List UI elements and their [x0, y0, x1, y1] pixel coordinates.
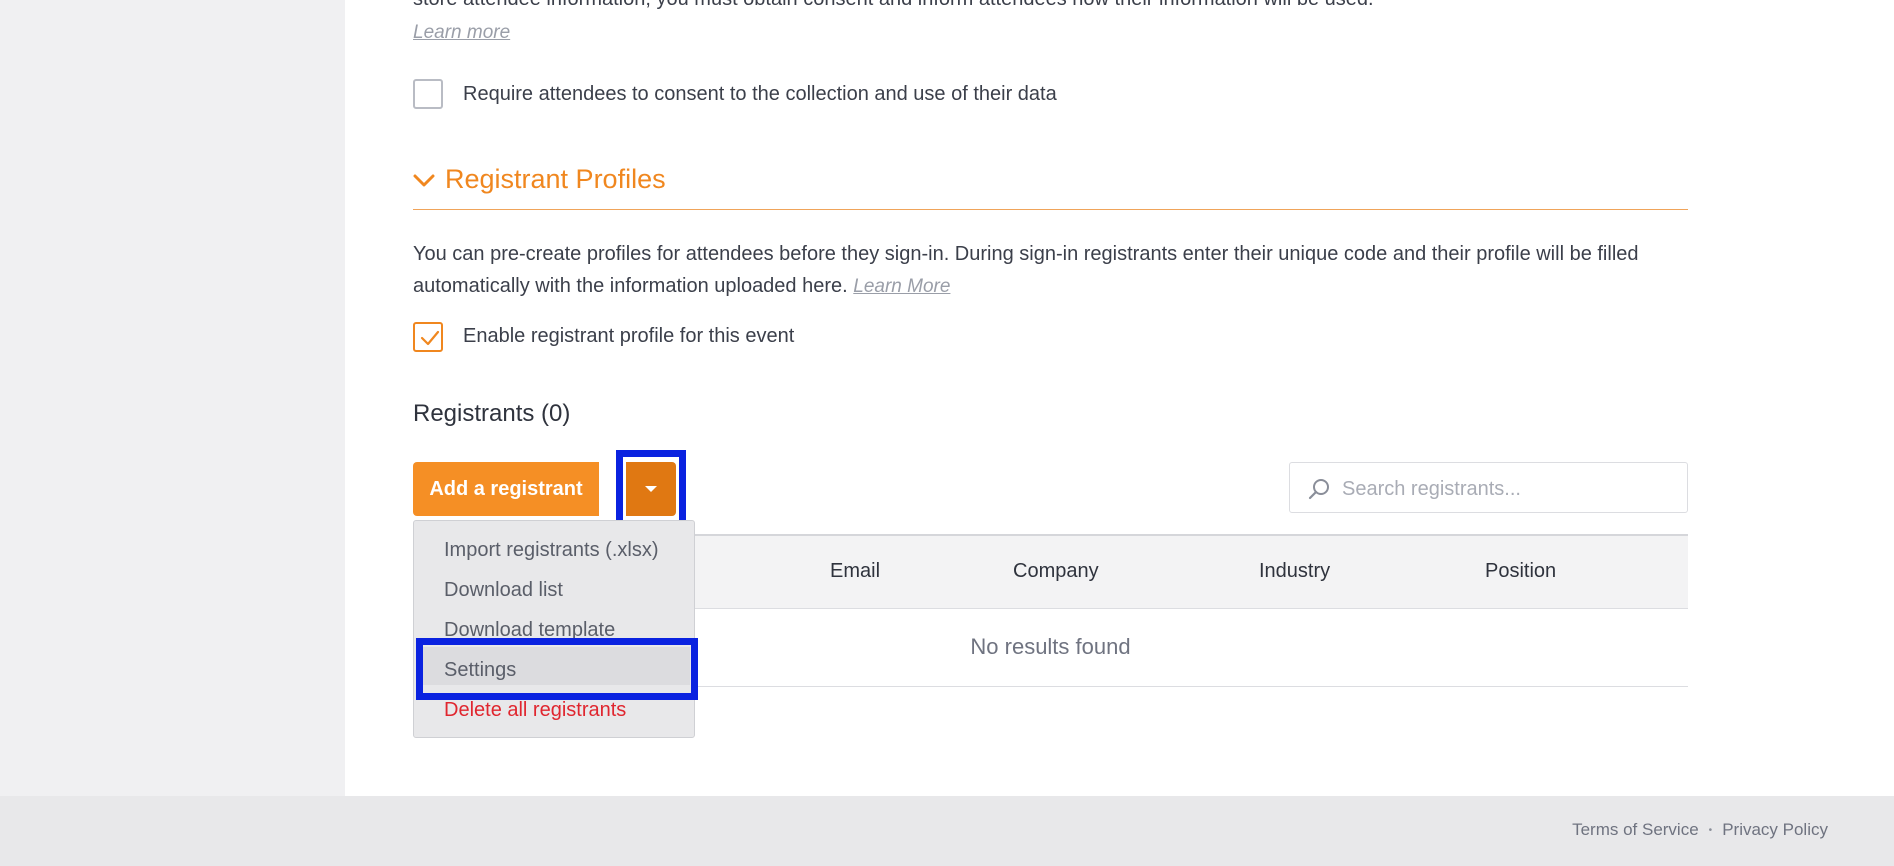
column-header-company[interactable]: Company	[1013, 560, 1099, 583]
enable-registrant-profile-label: Enable registrant profile for this event	[463, 325, 795, 347]
menu-item-delete-all-registrants[interactable]: Delete all registrants	[444, 699, 626, 722]
consent-checkbox[interactable]	[413, 79, 443, 109]
search-registrants-input[interactable]	[1340, 473, 1674, 505]
terms-of-service-link[interactable]: Terms of Service	[1572, 820, 1699, 840]
consent-checkbox-label: Require attendees to consent to the coll…	[463, 83, 1057, 105]
privacy-policy-link[interactable]: Privacy Policy	[1722, 820, 1828, 840]
settings-item-highlight	[416, 638, 698, 700]
column-header-industry[interactable]: Industry	[1259, 560, 1330, 583]
description-text: You can pre-create profiles for attendee…	[413, 243, 1639, 297]
menu-item-import-registrants[interactable]: Import registrants (.xlsx)	[444, 539, 658, 562]
privacy-learn-more-link[interactable]: Learn more	[413, 22, 510, 44]
registrant-profiles-section-header[interactable]: Registrant Profiles	[413, 164, 666, 195]
section-title: Registrant Profiles	[445, 164, 666, 194]
left-sidebar-gutter	[0, 0, 345, 796]
search-registrants-box[interactable]	[1289, 462, 1688, 513]
add-registrant-button[interactable]: Add a registrant	[413, 462, 599, 516]
section-divider	[413, 209, 1688, 210]
registrant-profiles-learn-more-link[interactable]: Learn More	[853, 276, 950, 297]
menu-item-download-list[interactable]: Download list	[444, 579, 563, 602]
privacy-consent-text: store attendee information, you must obt…	[413, 0, 1374, 11]
dropdown-toggle-highlight	[616, 450, 686, 528]
footer-links: Terms of Service • Privacy Policy	[1572, 820, 1828, 840]
checkmark-icon	[420, 330, 440, 346]
column-header-email[interactable]: Email	[830, 560, 880, 583]
column-header-position[interactable]: Position	[1485, 560, 1556, 583]
enable-registrant-profile-checkbox[interactable]	[413, 322, 443, 352]
registrant-actions-dropdown-menu: Import registrants (.xlsx) Download list…	[413, 520, 695, 738]
chevron-down-icon	[413, 164, 435, 195]
registrant-profiles-description: You can pre-create profiles for attendee…	[413, 238, 1688, 303]
footer-separator: •	[1708, 824, 1713, 836]
search-icon	[1307, 477, 1331, 506]
registrants-heading: Registrants (0)	[413, 400, 571, 427]
